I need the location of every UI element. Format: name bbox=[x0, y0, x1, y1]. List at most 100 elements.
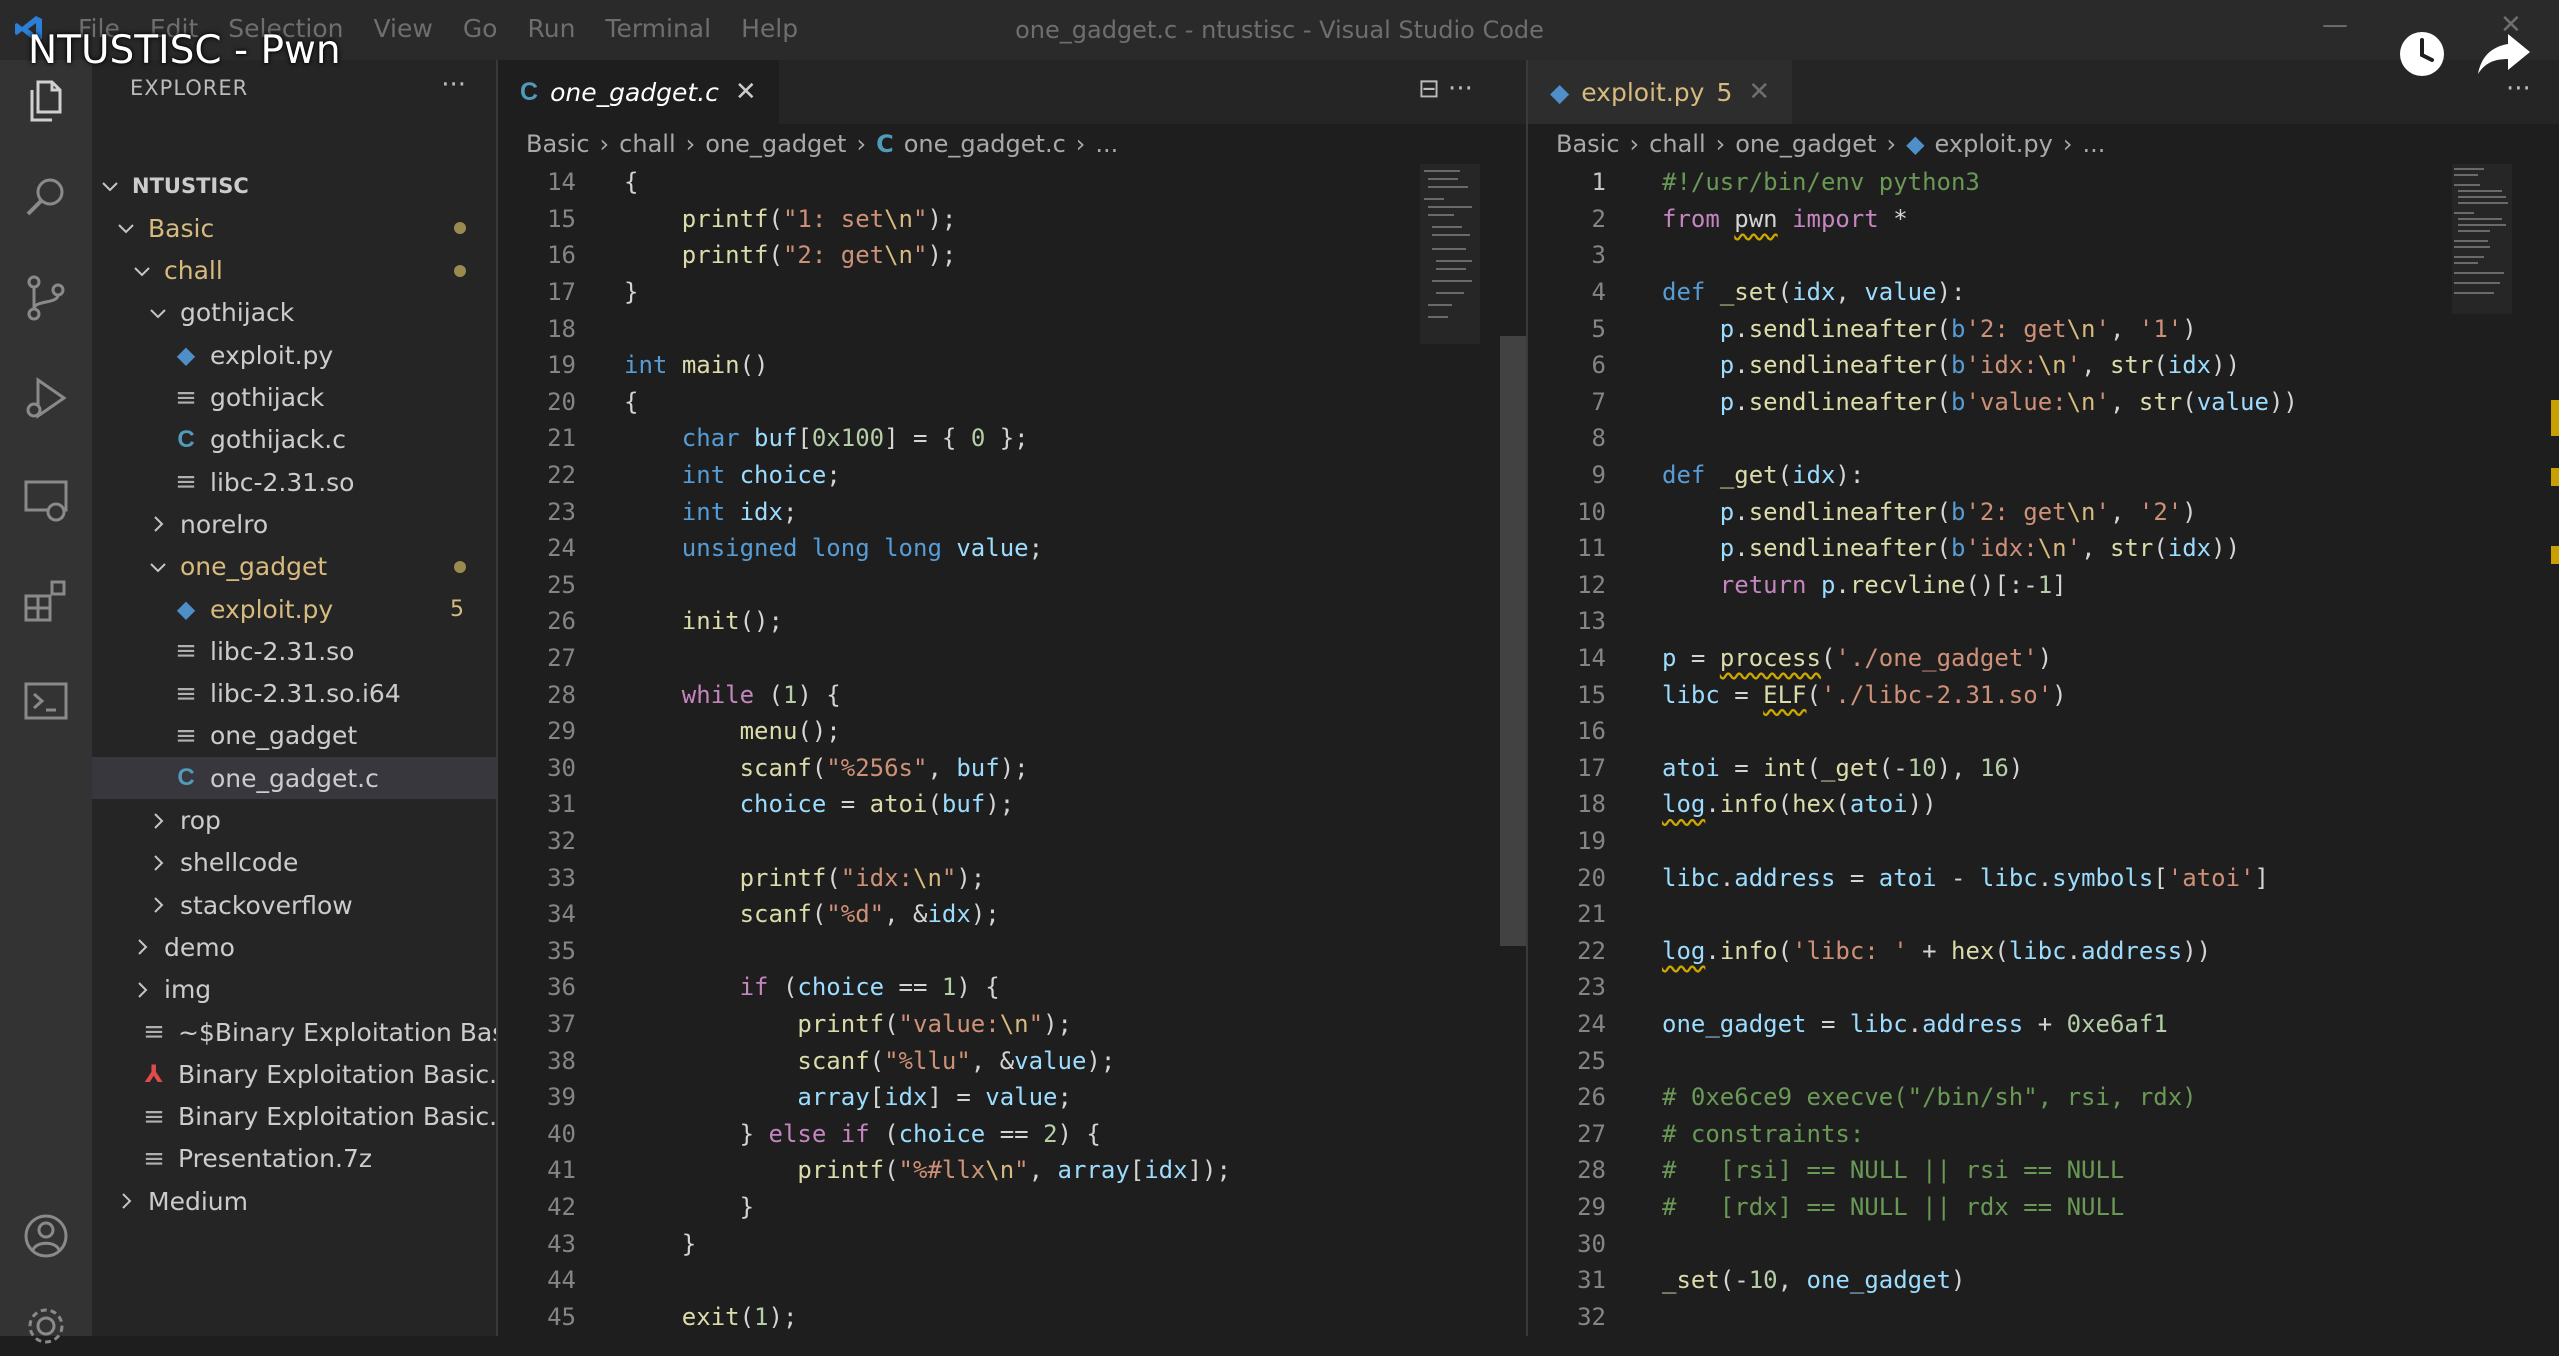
breadcrumb-item[interactable]: Basic bbox=[526, 130, 590, 158]
settings-gear-icon[interactable] bbox=[20, 1300, 72, 1352]
line-number: 2 bbox=[1591, 204, 1606, 233]
tree-item[interactable]: Cone_gadget.c bbox=[92, 757, 496, 800]
code-token: = bbox=[1806, 1010, 1850, 1039]
code-line: 14 p = process('./one_gadget') bbox=[1528, 640, 2052, 677]
tree-item[interactable]: NTUSTISC bbox=[92, 165, 496, 207]
tree-item[interactable]: ≡ Binary Exploitation Basic.pptx bbox=[92, 1096, 553, 1138]
code-token: libc bbox=[1662, 863, 1720, 892]
tab-exploit-py[interactable]: ◆ exploit.py 5 ✕ bbox=[1528, 60, 1793, 124]
code-token: ); bbox=[970, 900, 1000, 929]
tree-item[interactable]: Medium bbox=[92, 1180, 496, 1222]
code-token: '1' bbox=[2138, 314, 2183, 343]
explorer-icon[interactable] bbox=[20, 76, 72, 128]
tree-item[interactable]: gothijack bbox=[92, 292, 496, 334]
code-line: 37 printf("value:\n"); bbox=[498, 1006, 1072, 1043]
code-token: + bbox=[2023, 1010, 2067, 1039]
breadcrumb-item[interactable]: exploit.py bbox=[1935, 130, 2053, 158]
code-token: . bbox=[2037, 863, 2053, 892]
search-icon[interactable] bbox=[20, 172, 72, 224]
minimize-button[interactable]: — bbox=[2322, 10, 2348, 40]
split-editor-button[interactable]: ⊟ ··· bbox=[1418, 74, 1473, 104]
minimap-right[interactable] bbox=[2452, 164, 2512, 314]
warning-marker bbox=[2551, 468, 2559, 486]
scrollbar-left[interactable] bbox=[1500, 336, 1526, 946]
tree-item[interactable]: stackoverflow bbox=[92, 884, 496, 926]
code-token: [ bbox=[2153, 863, 2168, 892]
tree-item[interactable]: ≡ Presentation.7z bbox=[92, 1138, 496, 1180]
code-token: ; bbox=[826, 461, 841, 490]
run-debug-icon[interactable] bbox=[20, 372, 72, 424]
remote-explorer-icon[interactable] bbox=[20, 474, 72, 526]
code-token: idx bbox=[2167, 534, 2212, 563]
c-file-icon: C bbox=[177, 764, 195, 792]
code-token: recvline bbox=[1849, 570, 1966, 599]
breadcrumb-right: Basic › chall › one_gadget › ◆ exploit.py ›... bbox=[1556, 124, 2115, 164]
more-actions-button[interactable]: ··· bbox=[2506, 74, 2531, 104]
code-token: '2' bbox=[2138, 497, 2183, 526]
extensions-icon[interactable] bbox=[20, 574, 72, 626]
tree-item[interactable]: ≡ libc-2.31.so bbox=[92, 630, 496, 672]
chevron-right-icon: › bbox=[1886, 130, 1897, 158]
code-token: # 0xe6ce9 execve("/bin/sh", rsi, rdx) bbox=[1662, 1083, 2197, 1112]
code-token: { bbox=[624, 168, 639, 197]
code-token: ( bbox=[1820, 644, 1836, 673]
breadcrumb-item[interactable]: Basic bbox=[1556, 130, 1620, 158]
code-token: ); bbox=[927, 241, 957, 270]
close-tab-icon[interactable]: ✕ bbox=[735, 77, 757, 107]
code-line: 16 bbox=[1528, 713, 1662, 750]
tree-item[interactable]: shellcode bbox=[92, 842, 496, 884]
close-tab-icon[interactable]: ✕ bbox=[1748, 77, 1770, 107]
tree-item[interactable]: ≡ one_gadget bbox=[92, 715, 496, 757]
source-control-icon[interactable] bbox=[20, 272, 72, 324]
breadcrumb-item[interactable]: ... bbox=[2082, 130, 2105, 158]
tree-item[interactable]: norelro bbox=[92, 503, 496, 545]
code-line: 9 def _get(idx): bbox=[1528, 457, 1865, 494]
terminal-icon[interactable] bbox=[20, 676, 72, 728]
tree-item[interactable]: Basic bbox=[92, 207, 496, 249]
code-token: ( bbox=[1777, 461, 1793, 490]
account-icon[interactable] bbox=[20, 1210, 72, 1262]
tree-item[interactable]: one_gadget bbox=[92, 546, 496, 588]
tree-item[interactable]: ≡ gothijack bbox=[92, 377, 496, 419]
breadcrumb-item[interactable]: chall bbox=[1649, 130, 1705, 158]
tree-item[interactable]: img bbox=[92, 969, 496, 1011]
code-text: printf("%#llx\n", array[idx]); bbox=[624, 1156, 1231, 1184]
tree-item[interactable]: rop bbox=[92, 800, 496, 842]
line-number: 36 bbox=[547, 973, 576, 1002]
share-icon[interactable] bbox=[2476, 30, 2532, 78]
c-file-icon: C bbox=[876, 130, 894, 158]
code-text: atoi = int(_get(-10), 16) bbox=[1662, 754, 2023, 782]
tree-item[interactable]: ◆ exploit.py 5 bbox=[92, 588, 496, 630]
code-text: int main() bbox=[624, 351, 769, 379]
tree-item[interactable]: chall bbox=[92, 250, 496, 292]
line-number: 16 bbox=[1577, 717, 1606, 746]
tree-item[interactable]: ≡ libc-2.31.so.i64 bbox=[92, 673, 496, 715]
code-token: ) bbox=[2182, 314, 2197, 343]
tree-item[interactable]: ≡ libc-2.31.so bbox=[92, 461, 496, 503]
breadcrumb-item[interactable]: chall bbox=[619, 130, 675, 158]
breadcrumb-item[interactable]: one_gadget.c bbox=[904, 130, 1066, 158]
code-token: \n bbox=[2037, 534, 2067, 563]
code-token: { bbox=[624, 387, 639, 416]
tree-item[interactable]: ≡ ~$Binary Exploitation Basic.... bbox=[92, 1011, 558, 1053]
breadcrumb-item[interactable]: one_gadget bbox=[705, 130, 846, 158]
tree-item[interactable]: Cgothijack.c bbox=[92, 419, 496, 461]
tree-item[interactable]: ◆ exploit.py bbox=[92, 334, 496, 376]
tab-one-gadget-c[interactable]: C one_gadget.c ✕ bbox=[498, 60, 779, 124]
minimap-left[interactable] bbox=[1420, 164, 1480, 344]
line-number: 39 bbox=[547, 1083, 576, 1112]
code-token: address bbox=[1734, 863, 1836, 892]
tree-item-label: rop bbox=[180, 806, 221, 835]
breadcrumb-item[interactable]: ... bbox=[1095, 130, 1118, 158]
explorer-more-actions[interactable]: ··· bbox=[441, 70, 466, 100]
tree-item[interactable]: demo bbox=[92, 926, 496, 968]
tree-item[interactable]: ⅄ Binary Exploitation Basic.pdf bbox=[92, 1053, 538, 1095]
watch-later-icon[interactable] bbox=[2396, 28, 2448, 80]
code-line: 8 bbox=[1528, 420, 1662, 457]
code-token: value bbox=[1014, 1046, 1087, 1075]
breadcrumb-item[interactable]: one_gadget bbox=[1735, 130, 1876, 158]
